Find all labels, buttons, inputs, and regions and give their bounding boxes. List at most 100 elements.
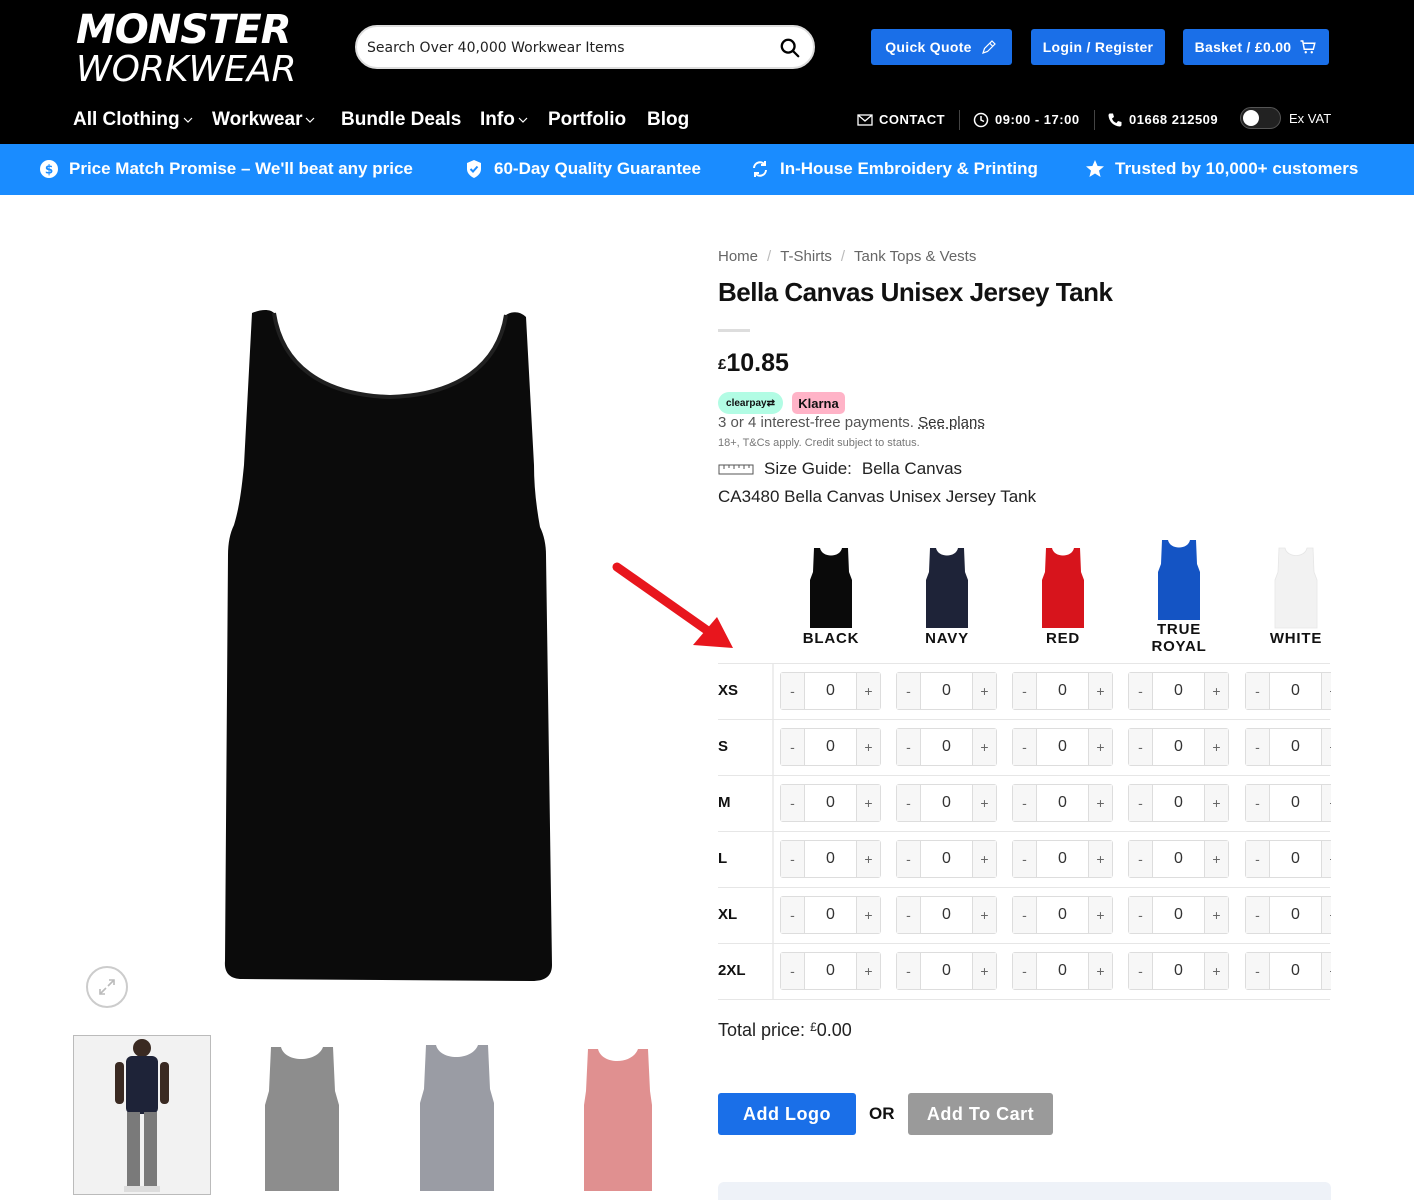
nav-blog[interactable]: Blog xyxy=(647,108,689,132)
increment-button[interactable]: + xyxy=(856,785,880,821)
quantity-input[interactable]: 0 xyxy=(1154,897,1203,933)
decrement-button[interactable]: - xyxy=(1129,953,1153,989)
decrement-button[interactable]: - xyxy=(781,953,805,989)
breadcrumb-home[interactable]: Home xyxy=(718,248,758,265)
increment-button[interactable]: + xyxy=(1204,953,1228,989)
increment-button[interactable]: + xyxy=(1321,785,1331,821)
add-logo-button[interactable]: Add Logo xyxy=(718,1093,856,1135)
decrement-button[interactable]: - xyxy=(897,841,921,877)
decrement-button[interactable]: - xyxy=(897,953,921,989)
nav-all-clothing[interactable]: All Clothing xyxy=(73,108,193,132)
quick-quote-button[interactable]: Quick Quote xyxy=(871,29,1012,65)
increment-button[interactable]: + xyxy=(1088,785,1112,821)
quantity-input[interactable]: 0 xyxy=(1271,841,1320,877)
quantity-input[interactable]: 0 xyxy=(922,953,971,989)
quantity-input[interactable]: 0 xyxy=(922,673,971,709)
decrement-button[interactable]: - xyxy=(897,785,921,821)
quantity-input[interactable]: 0 xyxy=(922,841,971,877)
nav-info[interactable]: Info xyxy=(480,108,528,132)
phone-link[interactable]: 01668 212509 xyxy=(1107,111,1218,129)
decrement-button[interactable]: - xyxy=(1129,673,1153,709)
quantity-input[interactable]: 0 xyxy=(1271,897,1320,933)
quantity-input[interactable]: 0 xyxy=(1038,841,1087,877)
quantity-input[interactable]: 0 xyxy=(1154,953,1203,989)
decrement-button[interactable]: - xyxy=(1129,897,1153,933)
decrement-button[interactable]: - xyxy=(897,897,921,933)
decrement-button[interactable]: - xyxy=(781,673,805,709)
nav-workwear[interactable]: Workwear xyxy=(212,108,315,132)
quantity-input[interactable]: 0 xyxy=(1271,673,1320,709)
quantity-input[interactable]: 0 xyxy=(806,673,855,709)
quantity-input[interactable]: 0 xyxy=(1154,673,1203,709)
quantity-input[interactable]: 0 xyxy=(1038,897,1087,933)
nav-bundle-deals[interactable]: Bundle Deals xyxy=(341,108,461,132)
quantity-input[interactable]: 0 xyxy=(1154,841,1203,877)
increment-button[interactable]: + xyxy=(1204,841,1228,877)
increment-button[interactable]: + xyxy=(1321,729,1331,765)
decrement-button[interactable]: - xyxy=(781,785,805,821)
quantity-input[interactable]: 0 xyxy=(922,897,971,933)
quantity-input[interactable]: 0 xyxy=(1271,953,1320,989)
decrement-button[interactable]: - xyxy=(1246,841,1270,877)
basket-button[interactable]: Basket / £0.00 xyxy=(1183,29,1329,65)
thumbnail-grey[interactable] xyxy=(233,1035,371,1195)
nav-contact-link[interactable]: CONTACT xyxy=(857,111,945,129)
increment-button[interactable]: + xyxy=(856,953,880,989)
increment-button[interactable]: + xyxy=(1204,897,1228,933)
breadcrumb-tank-tops[interactable]: Tank Tops & Vests xyxy=(854,248,976,265)
quantity-input[interactable]: 0 xyxy=(1038,729,1087,765)
decrement-button[interactable]: - xyxy=(1246,673,1270,709)
increment-button[interactable]: + xyxy=(856,841,880,877)
increment-button[interactable]: + xyxy=(1088,729,1112,765)
increment-button[interactable]: + xyxy=(972,673,996,709)
quantity-input[interactable]: 0 xyxy=(1271,785,1320,821)
login-register-button[interactable]: Login / Register xyxy=(1031,29,1165,65)
see-plans-link[interactable]: See plans xyxy=(918,414,985,431)
increment-button[interactable]: + xyxy=(972,953,996,989)
quantity-input[interactable]: 0 xyxy=(1038,953,1087,989)
decrement-button[interactable]: - xyxy=(1246,953,1270,989)
decrement-button[interactable]: - xyxy=(1246,897,1270,933)
thumbnail-pink[interactable] xyxy=(548,1035,686,1195)
increment-button[interactable]: + xyxy=(972,897,996,933)
increment-button[interactable]: + xyxy=(856,897,880,933)
increment-button[interactable]: + xyxy=(1204,785,1228,821)
decrement-button[interactable]: - xyxy=(897,729,921,765)
decrement-button[interactable]: - xyxy=(1013,953,1037,989)
increment-button[interactable]: + xyxy=(1088,897,1112,933)
quantity-input[interactable]: 0 xyxy=(1154,785,1203,821)
add-to-cart-button[interactable]: Add To Cart xyxy=(908,1093,1053,1135)
decrement-button[interactable]: - xyxy=(1013,841,1037,877)
quantity-input[interactable]: 0 xyxy=(922,785,971,821)
increment-button[interactable]: + xyxy=(1088,953,1112,989)
increment-button[interactable]: + xyxy=(1204,729,1228,765)
decrement-button[interactable]: - xyxy=(1129,841,1153,877)
quantity-input[interactable]: 0 xyxy=(806,841,855,877)
breadcrumb-tshirts[interactable]: T-Shirts xyxy=(780,248,832,265)
decrement-button[interactable]: - xyxy=(1246,729,1270,765)
increment-button[interactable]: + xyxy=(972,729,996,765)
decrement-button[interactable]: - xyxy=(1246,785,1270,821)
quantity-input[interactable]: 0 xyxy=(806,785,855,821)
site-logo[interactable]: MONSTER WORKWEAR xyxy=(76,8,326,90)
increment-button[interactable]: + xyxy=(1321,841,1331,877)
quantity-input[interactable]: 0 xyxy=(1038,785,1087,821)
quantity-input[interactable]: 0 xyxy=(806,953,855,989)
increment-button[interactable]: + xyxy=(1088,673,1112,709)
decrement-button[interactable]: - xyxy=(1129,785,1153,821)
vat-toggle[interactable] xyxy=(1240,107,1281,129)
increment-button[interactable]: + xyxy=(1321,897,1331,933)
quantity-input[interactable]: 0 xyxy=(806,897,855,933)
decrement-button[interactable]: - xyxy=(1013,729,1037,765)
thumbnail-athletic-grey[interactable] xyxy=(388,1035,526,1195)
size-guide-link[interactable]: Size Guide: Bella Canvas xyxy=(718,459,962,479)
nav-portfolio[interactable]: Portfolio xyxy=(548,108,626,132)
decrement-button[interactable]: - xyxy=(1013,785,1037,821)
decrement-button[interactable]: - xyxy=(781,841,805,877)
increment-button[interactable]: + xyxy=(856,673,880,709)
thumbnail-model[interactable] xyxy=(73,1035,211,1195)
decrement-button[interactable]: - xyxy=(897,673,921,709)
quantity-input[interactable]: 0 xyxy=(1154,729,1203,765)
product-main-image[interactable] xyxy=(222,305,557,985)
quantity-input[interactable]: 0 xyxy=(922,729,971,765)
